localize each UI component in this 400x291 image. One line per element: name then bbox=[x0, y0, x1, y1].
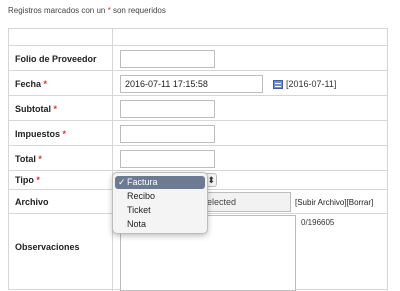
row-subtotal: Subtotal * bbox=[9, 95, 387, 120]
tipo-option-ticket[interactable]: Ticket bbox=[115, 204, 205, 217]
total-label: Total * bbox=[15, 154, 42, 164]
row-folio: Folio de Proveedor bbox=[9, 45, 387, 70]
tipo-dropdown-menu: ✓ Factura Recibo Ticket Nota bbox=[112, 172, 208, 234]
delete-file-link[interactable]: [Borrar] bbox=[347, 198, 374, 207]
row-total: Total * bbox=[9, 145, 387, 170]
fecha-input[interactable]: 2016-07-11 17:15:58 bbox=[120, 75, 263, 93]
form-header-row bbox=[9, 29, 387, 45]
observaciones-label: Observaciones bbox=[15, 242, 80, 252]
required-fields-note: Registros marcados con un * son requerid… bbox=[8, 6, 166, 15]
fecha-date-hint: [2016-07-11] bbox=[286, 79, 337, 89]
tipo-option-nota[interactable]: Nota bbox=[115, 218, 205, 231]
impuestos-label: Impuestos * bbox=[15, 129, 67, 139]
tipo-option-factura[interactable]: ✓ Factura bbox=[115, 176, 205, 189]
row-fecha: Fecha * 2016-07-11 17:15:58 [2016-07-11] bbox=[9, 70, 387, 95]
file-actions: [Subir Archivo][Borrar] bbox=[295, 198, 373, 207]
note-text-after: son requeridos bbox=[110, 6, 166, 15]
archivo-label: Archivo bbox=[15, 197, 49, 207]
tipo-label: Tipo * bbox=[15, 175, 40, 185]
total-input[interactable] bbox=[120, 150, 215, 168]
upload-file-link[interactable]: [Subir Archivo] bbox=[295, 198, 347, 207]
select-arrows-icon: ⬍ bbox=[207, 175, 215, 185]
subtotal-label: Subtotal * bbox=[15, 104, 58, 114]
char-counter: 0/196605 bbox=[301, 218, 335, 227]
proveedor-form: Folio de Proveedor Fecha * 2016-07-11 17… bbox=[8, 28, 388, 291]
checkmark-icon: ✓ bbox=[118, 177, 126, 187]
folio-label: Folio de Proveedor bbox=[15, 54, 97, 64]
note-text-before: Registros marcados con un bbox=[8, 6, 108, 15]
row-impuestos: Impuestos * bbox=[9, 120, 387, 145]
subtotal-input[interactable] bbox=[120, 100, 215, 118]
fecha-label: Fecha * bbox=[15, 79, 48, 89]
calendar-icon[interactable] bbox=[273, 80, 283, 89]
tipo-option-recibo[interactable]: Recibo bbox=[115, 190, 205, 203]
folio-input[interactable] bbox=[120, 50, 215, 68]
impuestos-input[interactable] bbox=[120, 125, 215, 143]
